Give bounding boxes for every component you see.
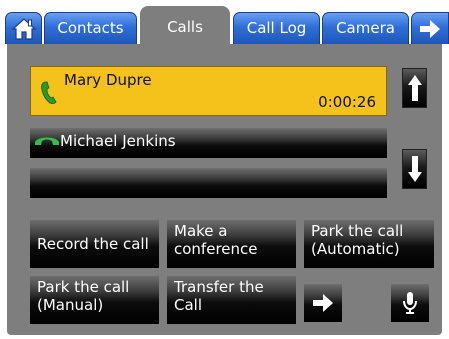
held-call-name: Michael Jenkins xyxy=(60,132,176,150)
record-call-button[interactable]: Record the call xyxy=(30,220,159,268)
arrow-right-icon xyxy=(420,19,440,38)
transfer-call-button[interactable]: Transfer the Call xyxy=(167,276,296,324)
park-call-automatic-button[interactable]: Park the call (Automatic) xyxy=(304,220,434,268)
microphone-icon xyxy=(403,292,417,314)
active-call-item[interactable]: Mary Dupre 0:00:26 xyxy=(30,66,387,116)
tab-home[interactable] xyxy=(5,12,42,44)
arrow-up-icon xyxy=(407,75,422,101)
next-page-button[interactable] xyxy=(304,284,342,322)
phone-screen: Contacts Calls Call Log Camera Mary Dupr… xyxy=(0,0,449,339)
tab-contacts[interactable]: Contacts xyxy=(44,12,137,44)
tab-call-log[interactable]: Call Log xyxy=(233,12,320,44)
arrow-down-icon xyxy=(407,156,422,182)
held-call-item[interactable]: Michael Jenkins xyxy=(30,128,387,158)
arrow-right-icon xyxy=(313,294,333,312)
tab-camera[interactable]: Camera xyxy=(322,12,409,44)
make-conference-button[interactable]: Make a conference xyxy=(167,220,296,268)
phone-handset-icon xyxy=(41,81,57,105)
tab-bar: Contacts Calls Call Log Camera xyxy=(0,0,449,44)
tab-more[interactable] xyxy=(411,12,449,44)
active-call-name: Mary Dupre xyxy=(64,71,152,89)
scroll-down-button[interactable] xyxy=(402,149,427,189)
home-icon xyxy=(10,17,37,40)
call-duration: 0:00:26 xyxy=(318,93,376,111)
phone-hold-icon xyxy=(35,137,59,145)
microphone-button[interactable] xyxy=(391,284,429,322)
empty-call-slot[interactable] xyxy=(30,168,387,198)
scroll-up-button[interactable] xyxy=(402,68,427,108)
tab-calls[interactable]: Calls xyxy=(140,6,230,44)
calls-panel: Mary Dupre 0:00:26 Michael Jenkins Recor… xyxy=(7,44,442,335)
park-call-manual-button[interactable]: Park the call (Manual) xyxy=(30,276,159,324)
